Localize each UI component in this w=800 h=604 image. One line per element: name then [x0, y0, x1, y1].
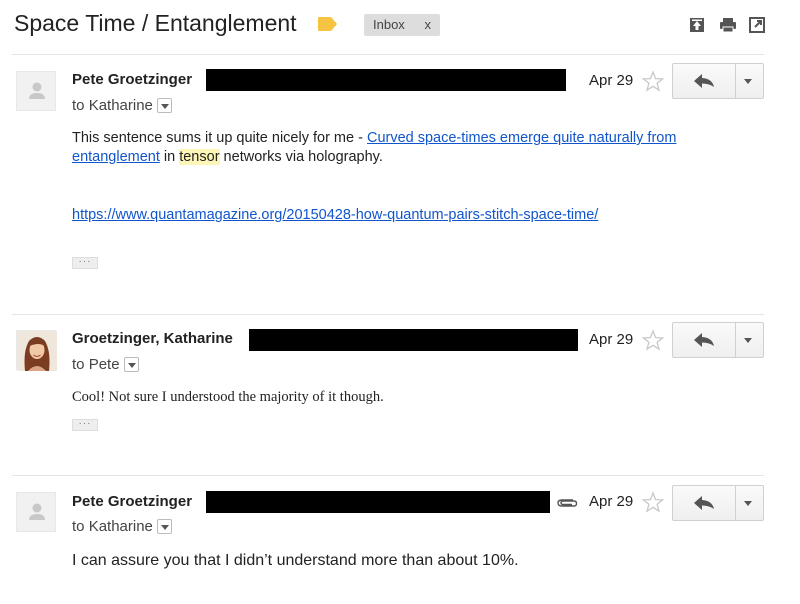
avatar [16, 71, 56, 111]
label-tag-icon[interactable] [318, 17, 337, 31]
star-icon[interactable] [641, 329, 665, 351]
message-date: Apr 29 [589, 331, 634, 348]
message-body: I can assure you that I didn’t understan… [72, 552, 519, 569]
highlighted-word: tensor [179, 149, 220, 165]
recipient-line: to Katharine [72, 518, 172, 535]
avatar [16, 330, 57, 371]
article-url: https://www.quantamagazine.org/20150428-… [72, 206, 598, 225]
sender-name[interactable]: Groetzinger, Katharine [72, 330, 233, 347]
message-divider [12, 475, 764, 476]
attachment-icon [557, 499, 578, 507]
thread-subject: Space Time / Entanglement [14, 10, 297, 36]
new-window-icon[interactable] [749, 17, 765, 33]
message-divider [12, 314, 764, 315]
redacted-email [249, 329, 578, 351]
recipient-name: Pete [88, 356, 120, 373]
inbox-label-text: Inbox [373, 17, 405, 32]
recipient-name: Katharine [88, 97, 153, 114]
more-options-dropdown-icon[interactable] [744, 79, 752, 84]
thread-header: Space Time / Entanglement Inbox x [0, 0, 800, 56]
show-trimmed-content-button[interactable]: ··· [72, 257, 98, 269]
avatar [16, 492, 56, 532]
avatar-placeholder-icon [29, 82, 45, 99]
reply-icon [694, 496, 714, 510]
message-body: This sentence sums it up quite nicely fo… [72, 130, 677, 165]
recipient-line: to Pete [72, 356, 139, 373]
remove-label-button[interactable]: x [425, 17, 432, 32]
article-url-link[interactable]: https://www.quantamagazine.org/20150428-… [72, 207, 598, 223]
reply-button[interactable] [672, 485, 764, 521]
print-icon[interactable] [719, 17, 737, 33]
profile-photo [17, 331, 57, 371]
reply-icon [694, 333, 714, 347]
sender-name[interactable]: Pete Groetzinger [72, 71, 192, 88]
message-body: Cool! Not sure I understood the majority… [72, 389, 384, 405]
reply-button[interactable] [672, 322, 764, 358]
sender-name[interactable]: Pete Groetzinger [72, 493, 192, 510]
archive-icon[interactable] [689, 17, 705, 33]
recipient-line: to Katharine [72, 97, 172, 114]
redacted-email [206, 491, 550, 513]
more-options-dropdown-icon[interactable] [744, 501, 752, 506]
recipient-name: Katharine [88, 518, 153, 535]
more-options-dropdown-icon[interactable] [744, 338, 752, 343]
show-trimmed-content-button[interactable]: ··· [72, 419, 98, 431]
redacted-email [206, 69, 566, 91]
header-divider [12, 54, 764, 55]
recipient-details-dropdown-icon[interactable] [123, 356, 139, 372]
recipient-details-dropdown-icon[interactable] [156, 518, 172, 534]
message-date: Apr 29 [589, 493, 634, 510]
recipient-details-dropdown-icon[interactable] [156, 97, 172, 113]
reply-icon [694, 74, 714, 88]
star-icon[interactable] [641, 70, 665, 92]
avatar-placeholder-icon [29, 503, 45, 520]
star-icon[interactable] [641, 491, 665, 513]
inbox-label-chip[interactable]: Inbox x [364, 14, 440, 36]
message-date: Apr 29 [589, 72, 634, 89]
reply-button[interactable] [672, 63, 764, 99]
